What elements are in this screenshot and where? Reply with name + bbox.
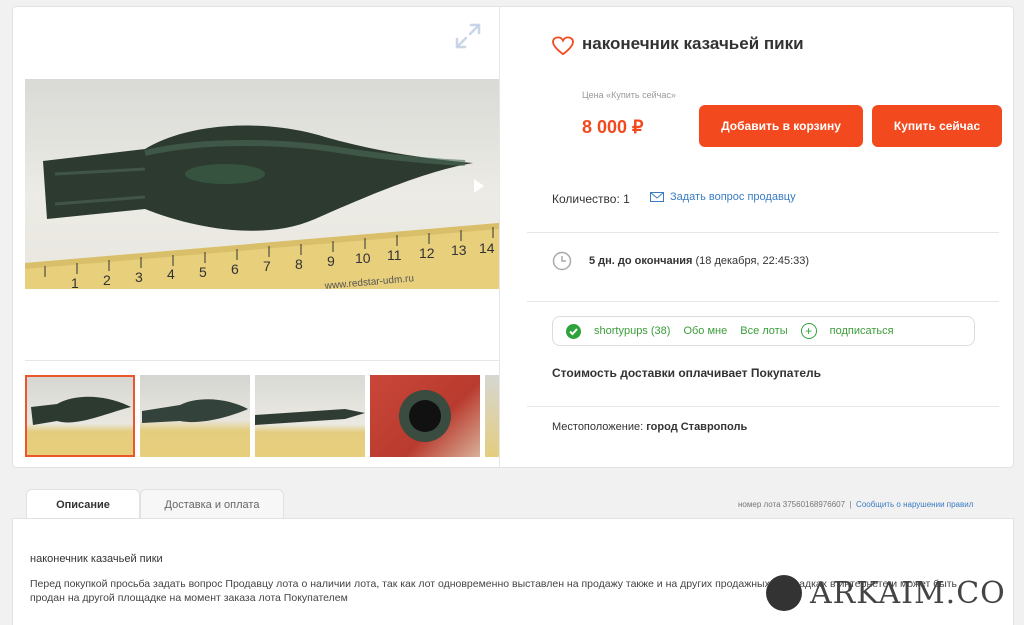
ruler-number: 13	[451, 242, 467, 258]
ruler-number: 9	[327, 253, 335, 269]
ruler-number: 2	[103, 272, 111, 288]
ruler-number: 10	[355, 250, 371, 266]
ruler-number: 14	[479, 240, 495, 256]
thumbnail-4[interactable]	[370, 375, 480, 457]
watermark: ARKAIM.CO	[766, 575, 1006, 611]
ask-seller-link[interactable]: Задать вопрос продавцу	[650, 191, 796, 203]
thumbnail-strip	[25, 375, 499, 459]
ruler-number: 1	[71, 275, 79, 289]
thumbnail-1[interactable]	[25, 375, 135, 457]
lot-meta: номер лота 37560168976607 | Сообщить о н…	[738, 500, 973, 509]
verified-check-icon	[566, 323, 581, 339]
envelope-icon	[650, 192, 664, 202]
subscribe-link[interactable]: подписаться	[830, 325, 894, 337]
location: Местоположение: город Ставрополь	[552, 421, 747, 433]
expand-icon[interactable]	[453, 21, 483, 51]
listing-info: наконечник казачьей пики Цена «Купить се…	[500, 6, 1014, 468]
time-remaining: 5 дн. до окончания (18 декабря, 22:45:33…	[589, 255, 809, 267]
report-violation-link[interactable]: Сообщить о нарушении правил	[856, 500, 973, 509]
spearhead-image: 1 2 3 4 5 6 7 8 9 10 11 12 13 14 www.red…	[25, 125, 499, 289]
description-title: наконечник казачьей пики	[30, 553, 163, 565]
ruler-number: 7	[263, 258, 271, 274]
ruler-number: 12	[419, 245, 435, 261]
price-label: Цена «Купить сейчас»	[582, 90, 676, 100]
delivery-note: Стоимость доставки оплачивает Покупатель	[552, 366, 821, 380]
seller-about-link[interactable]: Обо мне	[683, 325, 727, 337]
tab-bar: Описание Доставка и оплата	[26, 489, 284, 519]
seller-all-lots-link[interactable]: Все лоты	[740, 325, 787, 337]
seller-box: shortypups (38) Обо мне Все лоты + подпи…	[552, 316, 975, 346]
seller-name-link[interactable]: shortypups (38)	[594, 325, 670, 337]
tab-description[interactable]: Описание	[26, 489, 140, 519]
divider	[527, 232, 999, 233]
next-photo-arrow[interactable]	[474, 179, 484, 193]
divider	[527, 301, 999, 302]
divider	[25, 360, 499, 361]
ruler-number: 3	[135, 269, 143, 285]
thumbnail-5[interactable]	[485, 375, 499, 457]
watermark-text: ARKAIM.CO	[810, 575, 1006, 611]
ask-seller-label: Задать вопрос продавцу	[670, 191, 796, 203]
ruler-number: 6	[231, 261, 239, 277]
ruler-number: 4	[167, 266, 175, 282]
plus-icon[interactable]: +	[800, 323, 817, 339]
thumbnail-2[interactable]	[140, 375, 250, 457]
watermark-logo-icon	[766, 575, 802, 611]
separator: |	[849, 500, 852, 509]
listing-title: наконечник казачьей пики	[582, 34, 804, 53]
add-to-cart-button[interactable]: Добавить в корзину	[699, 105, 863, 147]
tab-delivery-payment[interactable]: Доставка и оплата	[140, 489, 284, 519]
heart-icon[interactable]	[552, 36, 574, 56]
location-value: город Ставрополь	[646, 421, 748, 433]
location-label: Местоположение:	[552, 421, 644, 433]
ruler-number: 8	[295, 256, 303, 272]
thumbnail-3[interactable]	[255, 375, 365, 457]
ruler-number: 11	[387, 247, 402, 263]
clock-icon	[552, 251, 572, 271]
price-value: 8 000 ₽	[582, 117, 644, 137]
ruler-number: 5	[199, 264, 207, 280]
photo-gallery: 1 2 3 4 5 6 7 8 9 10 11 12 13 14 www.red…	[12, 6, 500, 468]
time-left: 5 дн. до окончания	[589, 255, 693, 267]
quantity-text: Количество: 1	[552, 192, 630, 206]
buy-now-button[interactable]: Купить сейчас	[872, 105, 1002, 147]
divider	[527, 406, 999, 407]
end-date: (18 декабря, 22:45:33)	[695, 255, 810, 267]
lot-number: номер лота 37560168976607	[738, 500, 846, 509]
main-photo[interactable]: 1 2 3 4 5 6 7 8 9 10 11 12 13 14 www.red…	[25, 79, 499, 289]
